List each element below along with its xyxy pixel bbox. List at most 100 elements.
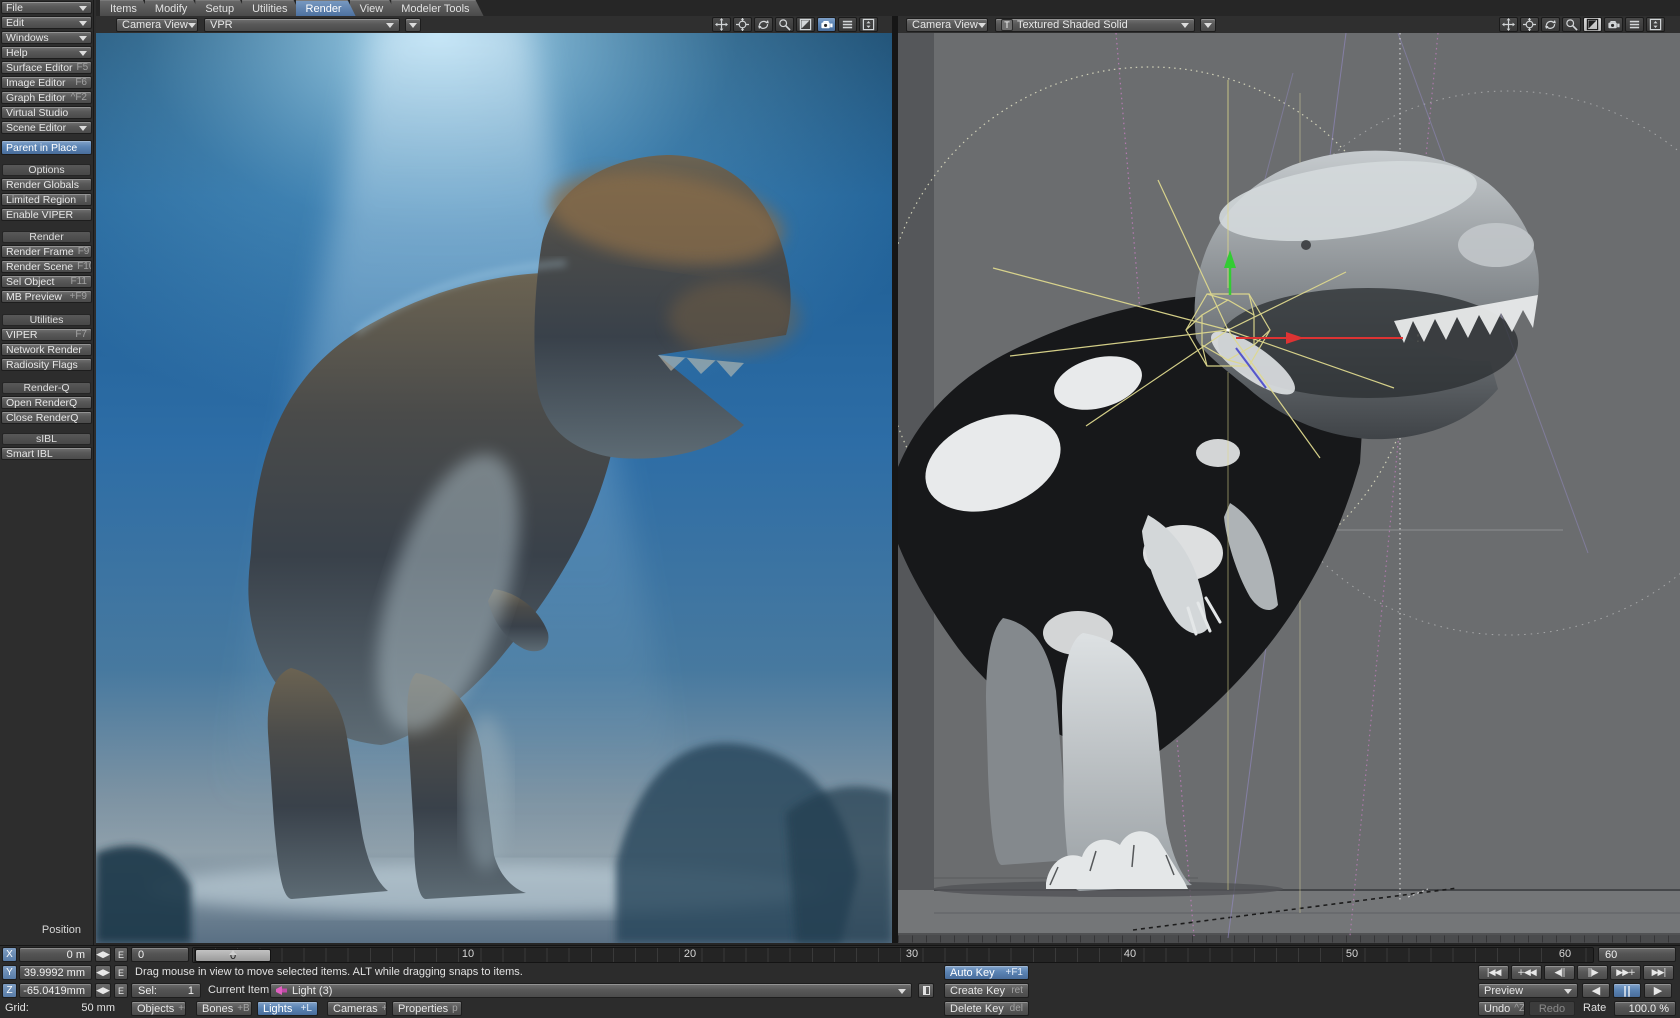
z-position-field[interactable]: -65.0419mm	[19, 983, 92, 998]
step-forward-button[interactable]: ||▶	[1577, 965, 1608, 980]
tab-render[interactable]: Render	[296, 0, 356, 16]
shaded-view[interactable]	[898, 33, 1680, 943]
options-header: Options	[2, 164, 91, 176]
next-key-button[interactable]: ▶▶+	[1610, 965, 1641, 980]
first-frame-field[interactable]: 0	[131, 947, 189, 962]
mb-preview-button[interactable]: MB Preview+F9	[1, 290, 92, 303]
tab-view[interactable]: View	[350, 0, 398, 16]
vpr-render-view[interactable]	[96, 33, 892, 943]
objects-mode-button[interactable]: Objects+O	[131, 1001, 186, 1016]
x-spinner[interactable]: ◀▶	[95, 947, 111, 962]
last-frame-field[interactable]: 60	[1598, 947, 1676, 962]
play-reverse-button[interactable]: ◀	[1582, 983, 1610, 998]
y-spinner[interactable]: ◀▶	[95, 965, 111, 980]
virtual-studio-button[interactable]: Virtual Studio	[1, 106, 92, 119]
independent-view-icon[interactable]	[796, 17, 815, 32]
enable-viper-button[interactable]: Enable VIPER	[1, 208, 92, 221]
surface-editor-button[interactable]: Surface EditorF5	[1, 61, 92, 74]
go-to-start-button[interactable]: |◀◀	[1478, 965, 1509, 980]
view-type-dropdown[interactable]: Camera View	[116, 18, 198, 32]
image-editor-button[interactable]: Image EditorF6	[1, 76, 92, 89]
render-frame-button[interactable]: Render FrameF9	[1, 245, 92, 258]
pan-icon[interactable]	[1499, 17, 1518, 32]
go-to-end-button[interactable]: ▶▶|	[1643, 965, 1674, 980]
tab-items[interactable]: Items	[100, 0, 151, 16]
current-item-label: Current Item	[208, 983, 269, 998]
windows-menu[interactable]: Windows	[1, 31, 92, 44]
chevron-down-icon	[898, 989, 906, 998]
orbit-icon[interactable]	[754, 17, 773, 32]
redo-button[interactable]: Redo	[1529, 1001, 1575, 1016]
bones-mode-button[interactable]: Bones+B	[196, 1001, 252, 1016]
timeline-tick: 60	[1550, 946, 1580, 963]
network-render-button[interactable]: Network Render	[1, 343, 92, 356]
z-axis-badge[interactable]: Z	[2, 983, 17, 998]
tab-modeler-tools[interactable]: Modeler Tools	[391, 0, 483, 16]
properties-button[interactable]: Propertiesp	[392, 1001, 462, 1016]
selection-count-field[interactable]: Sel:1	[131, 983, 201, 998]
zoom-icon[interactable]	[1562, 17, 1581, 32]
list-icon[interactable]	[1625, 17, 1644, 32]
tab-utilities[interactable]: Utilities	[242, 0, 301, 16]
current-item-dropdown[interactable]: Light (3)	[270, 983, 912, 998]
item-list-button[interactable]	[918, 983, 934, 998]
camera-icon[interactable]	[817, 17, 836, 32]
graph-editor-button[interactable]: Graph Editor^F2	[1, 91, 92, 104]
lights-mode-button[interactable]: Lights+L	[257, 1001, 318, 1016]
y-position-field[interactable]: 39.9992 mm	[19, 965, 92, 980]
tab-setup[interactable]: Setup	[195, 0, 248, 16]
x-axis-badge[interactable]: X	[2, 947, 17, 962]
maximize-icon[interactable]	[859, 17, 878, 32]
zoom-icon[interactable]	[775, 17, 794, 32]
maximize-icon[interactable]	[1646, 17, 1665, 32]
viper-button[interactable]: VIPERF7	[1, 328, 92, 341]
viewport-left-toolbar: Camera View VPR	[96, 16, 892, 33]
render-mode-dropdown[interactable]: TTextured Shaded Solid	[995, 18, 1195, 32]
create-key-button[interactable]: Create Keyret	[944, 983, 1029, 998]
tab-modify[interactable]: Modify	[145, 0, 201, 16]
z-spinner[interactable]: ◀▶	[95, 983, 111, 998]
edit-menu[interactable]: Edit	[1, 16, 92, 29]
open-renderq-button[interactable]: Open RenderQ	[1, 396, 92, 409]
radiosity-flags-button[interactable]: Radiosity Flags	[1, 358, 92, 371]
close-renderq-button[interactable]: Close RenderQ	[1, 411, 92, 424]
viewport-options-button[interactable]	[405, 18, 421, 32]
render-mode-dropdown[interactable]: VPR	[204, 18, 400, 32]
view-type-dropdown[interactable]: Camera View	[906, 18, 988, 32]
preview-dropdown[interactable]: Preview	[1478, 983, 1578, 998]
delete-key-button[interactable]: Delete Keydel	[944, 1001, 1029, 1016]
sel-object-button[interactable]: Sel ObjectF11	[1, 275, 92, 288]
step-back-button[interactable]: ◀||	[1544, 965, 1575, 980]
independent-view-icon[interactable]	[1583, 17, 1602, 32]
timeline-track[interactable]: 0	[192, 947, 1594, 963]
camera-icon[interactable]	[1604, 17, 1623, 32]
limited-region-button[interactable]: Limited Regionl	[1, 193, 92, 206]
smart-ibl-button[interactable]: Smart IBL	[1, 447, 92, 460]
cameras-mode-button[interactable]: Cameras+C	[327, 1001, 387, 1016]
x-position-field[interactable]: 0 m	[19, 947, 92, 962]
light-icon	[276, 986, 287, 995]
z-envelope-button[interactable]: E	[114, 983, 128, 998]
render-scene-button[interactable]: Render SceneF10	[1, 260, 92, 273]
parent-in-place-button[interactable]: Parent in Place	[1, 140, 92, 155]
rotate-icon[interactable]	[733, 17, 752, 32]
viewport-options-button[interactable]	[1200, 18, 1216, 32]
orbit-icon[interactable]	[1541, 17, 1560, 32]
play-forward-button[interactable]: ▶	[1644, 983, 1672, 998]
y-axis-badge[interactable]: Y	[2, 965, 17, 980]
pan-icon[interactable]	[712, 17, 731, 32]
rotate-icon[interactable]	[1520, 17, 1539, 32]
x-envelope-button[interactable]: E	[114, 947, 128, 962]
file-menu[interactable]: File	[1, 1, 92, 14]
rate-field[interactable]: 100.0 %	[1614, 1001, 1676, 1016]
previous-key-button[interactable]: +◀◀	[1511, 965, 1542, 980]
render-globals-button[interactable]: Render Globals	[1, 178, 92, 191]
undo-button[interactable]: Undo^Z	[1478, 1001, 1525, 1016]
pause-button[interactable]: ||	[1613, 983, 1641, 998]
y-envelope-button[interactable]: E	[114, 965, 128, 980]
auto-key-button[interactable]: Auto Key+F1	[944, 965, 1029, 980]
bottom-bar: X 0 m ◀▶ E 0 0 10 20 30 40 50 60 60 Y 39…	[0, 945, 1680, 1018]
list-icon[interactable]	[838, 17, 857, 32]
help-menu[interactable]: Help	[1, 46, 92, 59]
scene-editor-button[interactable]: Scene Editor	[1, 121, 92, 134]
